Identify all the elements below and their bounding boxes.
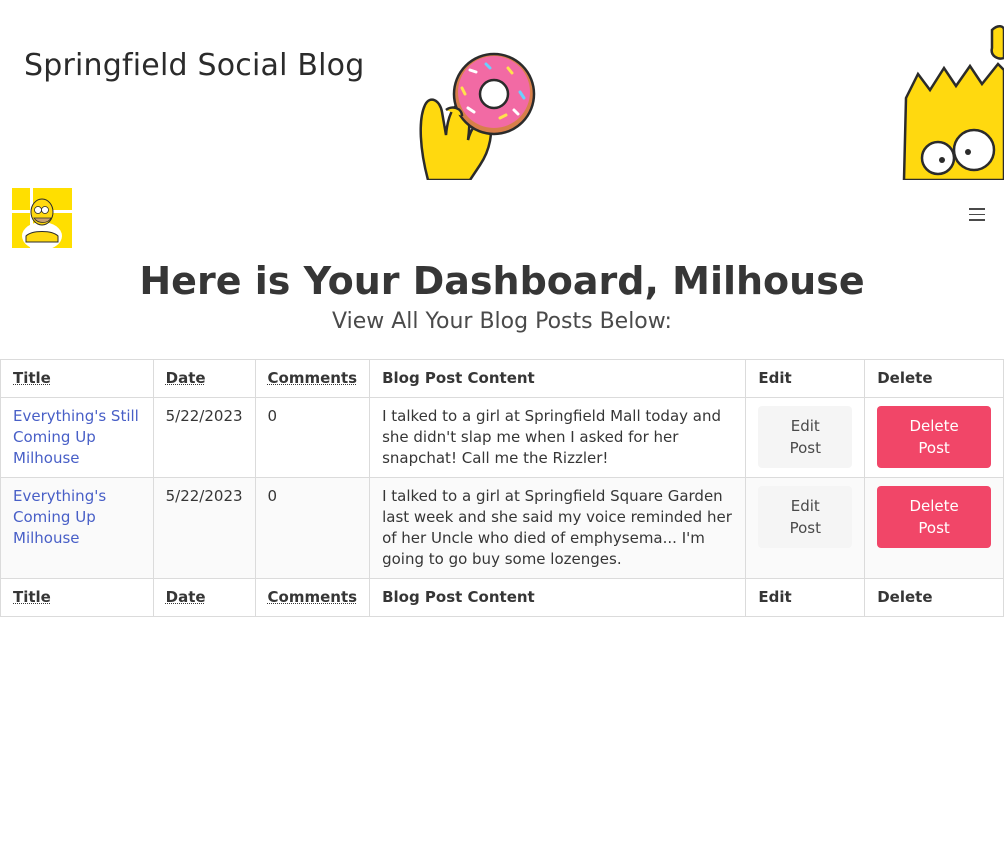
col-content-header: Blog Post Content [369,359,747,398]
post-title-link[interactable]: Everything's Coming Up Milhouse [13,487,106,547]
col-title-header: Title [0,359,154,398]
dashboard-header: Here is Your Dashboard, Milhouse View Al… [0,256,1004,338]
post-date: 5/22/2023 [152,397,256,478]
homer-avatar-icon[interactable] [12,188,72,248]
col-edit-footer: Edit [745,578,866,617]
table-footer-row: Title Date Comments Blog Post Content Ed… [0,578,1004,617]
delete-post-button[interactable]: Delete Post [877,486,991,548]
col-delete-header: Delete [864,359,1004,398]
post-comment-count: 0 [254,477,371,579]
post-content: I talked to a girl at Springfield Square… [369,477,747,579]
delete-post-button[interactable]: Delete Post [877,406,991,468]
table-row: Everything's Still Coming Up Milhouse 5/… [0,397,1004,478]
dashboard-title: Here is Your Dashboard, Milhouse [139,259,865,303]
dashboard-subtitle: View All Your Blog Posts Below: [332,309,672,334]
col-comments-footer: Comments [254,578,371,617]
col-title-footer: Title [0,578,154,617]
edit-post-button[interactable]: Edit Post [758,486,853,548]
col-comments-header: Comments [254,359,371,398]
post-comment-count: 0 [254,397,371,478]
col-edit-header: Edit [745,359,866,398]
donut-hand-icon [419,52,536,180]
col-date-footer: Date [152,578,256,617]
post-date: 5/22/2023 [152,477,256,579]
post-title-link[interactable]: Everything's Still Coming Up Milhouse [13,407,139,467]
top-navbar [0,180,1004,254]
col-delete-footer: Delete [864,578,1004,617]
bart-character-icon [902,25,1004,180]
banner-cartoon-art [419,25,1004,180]
hamburger-menu-icon[interactable] [966,208,990,226]
col-content-footer: Blog Post Content [369,578,747,617]
edit-post-button[interactable]: Edit Post [758,406,853,468]
table-row: Everything's Coming Up Milhouse 5/22/202… [0,477,1004,579]
table-header-row: Title Date Comments Blog Post Content Ed… [0,359,1004,398]
blog-posts-table: Title Date Comments Blog Post Content Ed… [0,359,1004,617]
site-banner: Springfield Social Blog [0,0,1004,180]
col-date-header: Date [152,359,256,398]
post-content: I talked to a girl at Springfield Mall t… [369,397,747,478]
